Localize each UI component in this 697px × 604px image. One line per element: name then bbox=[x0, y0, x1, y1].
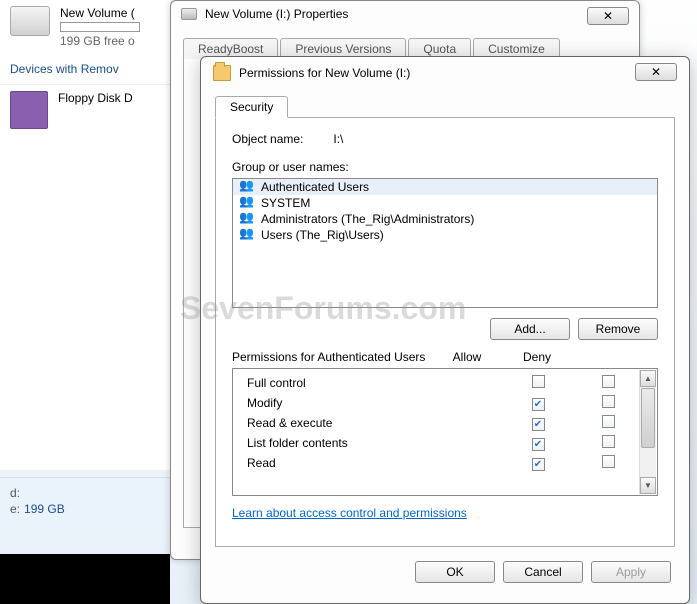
object-name-label: Object name: bbox=[232, 132, 303, 146]
permission-row: Read & execute ✔ bbox=[233, 413, 657, 433]
floppy-icon bbox=[10, 91, 48, 129]
permission-name: Modify bbox=[247, 396, 503, 410]
permissions-list: Full controlModify✔Read & execute✔List f… bbox=[232, 368, 658, 496]
close-button[interactable]: ✕ bbox=[587, 7, 629, 25]
explorer-panel: New Volume ( 199 GB free o Devices with … bbox=[0, 0, 170, 470]
scroll-down-button[interactable]: ▼ bbox=[640, 477, 656, 494]
permissions-for-label: Permissions for Authenticated Users bbox=[232, 350, 432, 364]
allow-checkbox[interactable]: ✔ bbox=[532, 438, 545, 451]
group-names-label: Group or user names: bbox=[232, 160, 658, 174]
group-item-system[interactable]: SYSTEM bbox=[233, 195, 657, 211]
scroll-thumb[interactable] bbox=[641, 388, 655, 448]
permission-name: Full control bbox=[247, 376, 503, 390]
properties-title: New Volume (I:) Properties bbox=[205, 7, 348, 21]
allow-checkbox[interactable]: ✔ bbox=[532, 458, 545, 471]
folder-icon bbox=[213, 65, 231, 81]
drive-item[interactable]: New Volume ( 199 GB free o bbox=[0, 0, 170, 54]
properties-tabs: ReadyBoost Previous Versions Quota Custo… bbox=[171, 37, 639, 58]
hdd-icon bbox=[10, 6, 50, 36]
close-button[interactable]: ✕ bbox=[635, 63, 677, 81]
group-item-users[interactable]: Users (The_Rig\Users) bbox=[233, 227, 657, 243]
permissions-titlebar[interactable]: Permissions for New Volume (I:) bbox=[201, 57, 689, 89]
cancel-button[interactable]: Cancel bbox=[503, 561, 583, 583]
users-icon bbox=[239, 228, 255, 242]
section-header[interactable]: Devices with Remov bbox=[0, 54, 170, 85]
learn-link[interactable]: Learn about access control and permissio… bbox=[232, 506, 467, 520]
permissions-body: Object name: I:\ Group or user names: Au… bbox=[215, 117, 675, 547]
detail-value: 199 GB bbox=[24, 502, 65, 516]
users-icon bbox=[239, 212, 255, 226]
drive-icon bbox=[181, 8, 197, 20]
scrollbar[interactable]: ▲ ▼ bbox=[639, 370, 656, 494]
permissions-title: Permissions for New Volume (I:) bbox=[239, 66, 410, 80]
deny-checkbox[interactable] bbox=[602, 395, 615, 408]
permission-name: List folder contents bbox=[247, 436, 503, 450]
permission-name: Read & execute bbox=[247, 416, 503, 430]
group-item-administrators[interactable]: Administrators (The_Rig\Administrators) bbox=[233, 211, 657, 227]
group-item-label: Authenticated Users bbox=[261, 180, 369, 194]
group-item-label: Users (The_Rig\Users) bbox=[261, 228, 384, 242]
users-icon bbox=[239, 180, 255, 194]
scroll-up-button[interactable]: ▲ bbox=[640, 370, 656, 387]
group-item-authenticated-users[interactable]: Authenticated Users bbox=[233, 179, 657, 195]
allow-checkbox[interactable]: ✔ bbox=[532, 418, 545, 431]
allow-header: Allow bbox=[432, 350, 502, 364]
allow-checkbox[interactable] bbox=[532, 375, 545, 388]
black-region bbox=[0, 554, 170, 604]
drive-free: 199 GB free o bbox=[60, 34, 140, 48]
floppy-label: Floppy Disk D bbox=[58, 91, 133, 105]
deny-checkbox[interactable] bbox=[602, 375, 615, 388]
drive-name: New Volume ( bbox=[60, 6, 140, 20]
properties-titlebar[interactable]: New Volume (I:) Properties bbox=[171, 1, 639, 27]
floppy-item[interactable]: Floppy Disk D bbox=[0, 85, 170, 135]
permission-row: List folder contents ✔ bbox=[233, 433, 657, 453]
add-button[interactable]: Add... bbox=[490, 318, 570, 340]
ok-button[interactable]: OK bbox=[415, 561, 495, 583]
detail-label: d: bbox=[10, 486, 20, 500]
permission-row: Full control bbox=[233, 373, 657, 393]
object-name-value: I:\ bbox=[333, 132, 343, 146]
group-list[interactable]: Authenticated Users SYSTEM Administrator… bbox=[232, 178, 658, 308]
permission-row: Modify ✔ bbox=[233, 393, 657, 413]
permissions-dialog: Permissions for New Volume (I:) ✕ Securi… bbox=[200, 56, 690, 604]
permission-row: Read ✔ bbox=[233, 453, 657, 473]
remove-button[interactable]: Remove bbox=[578, 318, 658, 340]
tab-security[interactable]: Security bbox=[215, 96, 288, 118]
capacity-bar bbox=[60, 22, 140, 32]
deny-header: Deny bbox=[502, 350, 572, 364]
permission-name: Read bbox=[247, 456, 503, 470]
deny-checkbox[interactable] bbox=[602, 435, 615, 448]
group-item-label: SYSTEM bbox=[261, 196, 310, 210]
allow-checkbox[interactable]: ✔ bbox=[532, 398, 545, 411]
users-icon bbox=[239, 196, 255, 210]
deny-checkbox[interactable] bbox=[602, 455, 615, 468]
deny-checkbox[interactable] bbox=[602, 415, 615, 428]
group-item-label: Administrators (The_Rig\Administrators) bbox=[261, 212, 474, 226]
explorer-details-pane: d: e: 199 GB bbox=[0, 477, 170, 524]
apply-button[interactable]: Apply bbox=[591, 561, 671, 583]
detail-label: e: bbox=[10, 502, 20, 516]
